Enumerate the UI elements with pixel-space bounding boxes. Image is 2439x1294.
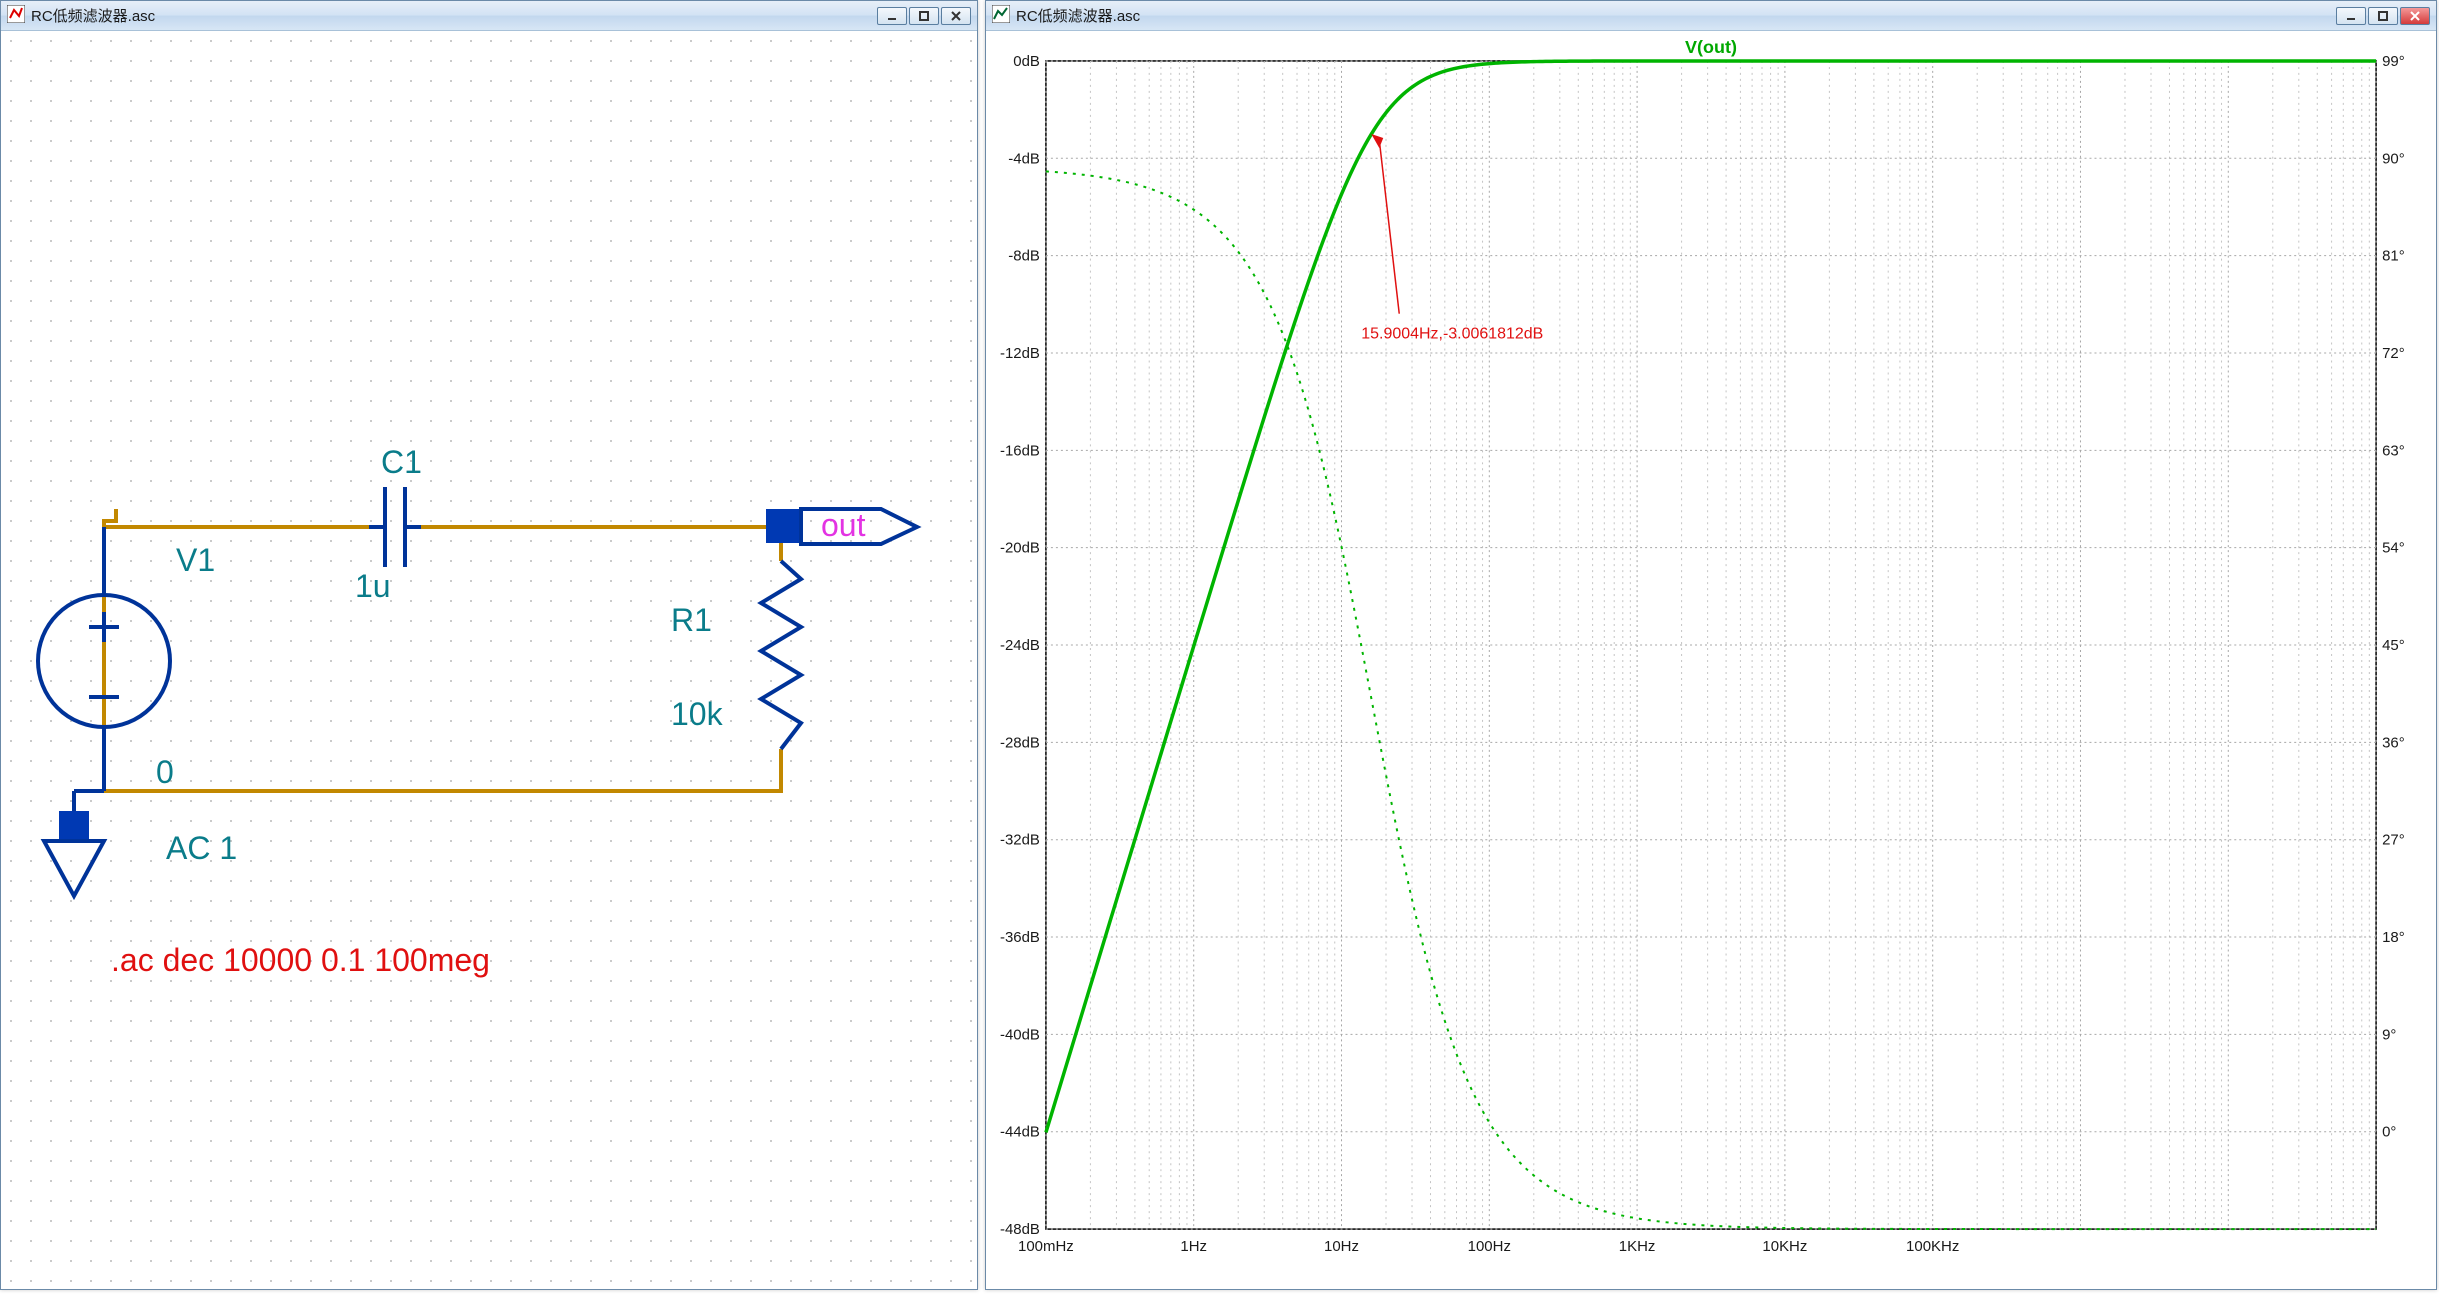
plot-maximize-button[interactable] <box>2368 7 2398 25</box>
minimize-button[interactable] <box>877 7 907 25</box>
x-tick: 100Hz <box>1468 1238 1511 1255</box>
schematic-titlebar[interactable]: RC低频滤波器.asc <box>1 1 977 31</box>
y-left-tick: -20dB <box>1000 540 1040 557</box>
y-left-tick: -28dB <box>1000 734 1040 751</box>
y-right-tick: 72° <box>2382 345 2405 362</box>
x-tick: 1KHz <box>1619 1238 1656 1255</box>
y-left-tick: -24dB <box>1000 637 1040 654</box>
y-right-tick: 9° <box>2382 1026 2396 1043</box>
y-left-tick: -48dB <box>1000 1221 1040 1238</box>
x-tick: 10KHz <box>1762 1238 1807 1255</box>
y-right-tick: 18° <box>2382 929 2405 946</box>
c1-value[interactable]: 1u <box>355 568 391 604</box>
v1-value[interactable]: AC 1 <box>166 830 237 866</box>
plot-title: RC低频滤波器.asc <box>1016 5 2336 26</box>
y-left-tick: -40dB <box>1000 1026 1040 1043</box>
plot-window: RC低频滤波器.asc 0dB -4dB -8dB -12dB -16dB -20dB -2… <box>985 0 2437 1290</box>
schematic-window: RC低频滤波器.asc <box>0 0 978 1290</box>
y-left-tick: -8dB <box>1008 248 1040 265</box>
y-left-tick: -4dB <box>1008 150 1040 167</box>
ltspice-plot-icon <box>992 5 1010 27</box>
plot-titlebar[interactable]: RC低频滤波器.asc <box>986 1 2436 31</box>
spice-directive[interactable]: .ac dec 10000 0.1 100meg <box>111 942 490 978</box>
y-left-tick: -12dB <box>1000 345 1040 362</box>
y-left-tick: -36dB <box>1000 929 1040 946</box>
v1-name[interactable]: V1 <box>176 542 215 578</box>
x-tick: 10Hz <box>1324 1238 1359 1255</box>
schematic-title: RC低频滤波器.asc <box>31 5 877 26</box>
y-left-tick: -44dB <box>1000 1124 1040 1141</box>
cursor-annotation: 15.9004Hz,-3.0061812dB <box>1361 326 1543 343</box>
y-right-tick: 54° <box>2382 540 2405 557</box>
r1-value[interactable]: 10k <box>671 696 724 732</box>
gnd-net[interactable]: 0 <box>156 754 174 790</box>
close-button[interactable] <box>941 7 971 25</box>
y-right-tick: 81° <box>2382 248 2405 265</box>
plot-minimize-button[interactable] <box>2336 7 2366 25</box>
x-tick: 100KHz <box>1906 1238 1959 1255</box>
magnitude-trace[interactable] <box>1046 61 2376 1132</box>
y-right-tick: 63° <box>2382 442 2405 459</box>
plot-canvas[interactable]: 0dB -4dB -8dB -12dB -16dB -20dB -24dB -28dB -32d… <box>986 31 2436 1289</box>
r1-name[interactable]: R1 <box>671 602 712 638</box>
y-left-tick: -16dB <box>1000 442 1040 459</box>
out-net-label[interactable]: out <box>821 507 866 543</box>
y-left-tick: -32dB <box>1000 832 1040 849</box>
schematic-canvas[interactable]: C1 1u R1 10k V1 0 AC 1 out .ac dec 10000… <box>1 31 977 1289</box>
x-tick: 100mHz <box>1018 1238 1074 1255</box>
plot-close-button[interactable] <box>2400 7 2430 25</box>
c1-name[interactable]: C1 <box>381 444 422 480</box>
y-right-tick: 90° <box>2382 150 2405 167</box>
y-right-tick: 45° <box>2382 637 2405 654</box>
phase-trace[interactable] <box>1046 171 2376 1229</box>
y-right-tick: 36° <box>2382 734 2405 751</box>
y-right-tick: 27° <box>2382 832 2405 849</box>
y-right-tick: 0° <box>2382 1124 2396 1141</box>
x-tick: 1Hz <box>1180 1238 1207 1255</box>
ltspice-icon <box>7 5 25 27</box>
y-left-tick: 0dB <box>1013 53 1040 70</box>
y-right-tick: 99° <box>2382 53 2405 70</box>
trace-name-label[interactable]: V(out) <box>1685 37 1737 57</box>
maximize-button[interactable] <box>909 7 939 25</box>
